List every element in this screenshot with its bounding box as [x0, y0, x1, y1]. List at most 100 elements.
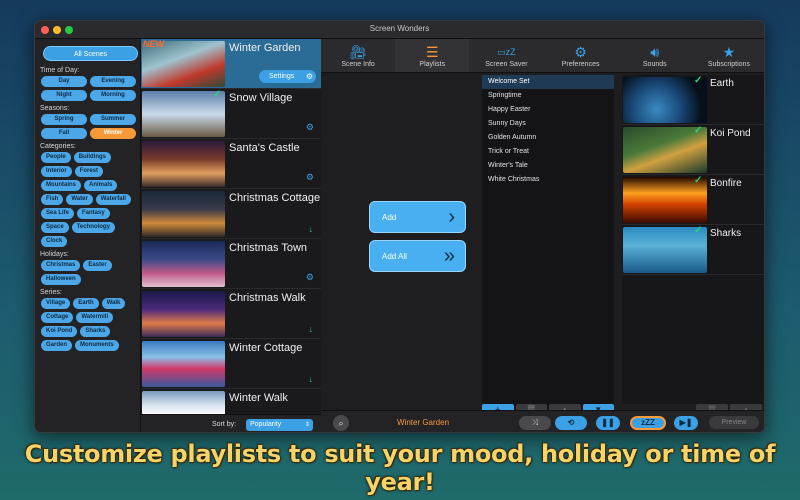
filter-waterfall[interactable]: Waterfall	[95, 194, 131, 205]
chevron-updown-icon: ⇕	[304, 422, 310, 428]
holiday-filters: Christmas Easter Halloween	[39, 260, 136, 285]
tab-screen-saver[interactable]: ▭zZ Screen Saver	[469, 39, 543, 72]
filter-cottage[interactable]: Cottage	[41, 312, 74, 323]
add-all-button[interactable]: Add All »	[369, 240, 466, 272]
filter-forest[interactable]: Forest	[74, 166, 104, 177]
filter-halloween[interactable]: Halloween	[41, 274, 81, 285]
scene-item-winter-cottage[interactable]: Winter Cottage ↓	[141, 339, 321, 389]
filter-spring[interactable]: Spring	[41, 114, 87, 125]
player-bar: ⌕ Winter Garden ⤨ ⟲ ❚❚ zZZ ▶❚ Preview	[321, 410, 764, 432]
tab-label: Subscriptions	[707, 61, 750, 68]
download-icon[interactable]: ↓	[309, 324, 314, 334]
magnifier-icon[interactable]: ⌕	[333, 415, 349, 431]
filter-buildings[interactable]: Buildings	[73, 152, 112, 163]
filter-panel: All Scenes Time of Day: Day Evening Nigh…	[35, 39, 141, 432]
playlist-item[interactable]: Sunny Days	[482, 117, 614, 131]
gear-icon[interactable]: ⚙	[306, 172, 314, 183]
pause-button[interactable]: ❚❚	[596, 416, 620, 430]
scene-name: Santa's Castle	[229, 142, 300, 154]
filter-fish[interactable]: Fish	[41, 194, 64, 205]
filter-christmas[interactable]: Christmas	[41, 260, 81, 271]
gear-icon[interactable]: ⚙	[306, 272, 314, 283]
playlist-item[interactable]: Springtime	[482, 89, 614, 103]
window-title: Screen Wonders	[369, 24, 430, 33]
filter-technology[interactable]: Technology	[71, 222, 115, 233]
filter-earth[interactable]: Earth	[73, 298, 99, 309]
filter-mountains[interactable]: Mountains	[41, 180, 81, 191]
tab-label: Screen Saver	[485, 61, 528, 68]
playlist-item[interactable]: Happy Easter	[482, 103, 614, 117]
scene-item-christmas-town[interactable]: Christmas Town ⚙	[141, 239, 321, 289]
speaker-icon: 🔊︎	[650, 44, 660, 60]
filter-sea-life[interactable]: Sea Life	[41, 208, 75, 219]
filter-day[interactable]: Day	[41, 76, 87, 87]
scene-settings-button[interactable]: Settings ⚙	[259, 70, 316, 83]
filter-evening[interactable]: Evening	[90, 76, 136, 87]
tab-sounds[interactable]: 🔊︎ Sounds	[618, 39, 692, 72]
all-scenes-button[interactable]: All Scenes	[43, 46, 138, 61]
filter-summer[interactable]: Summer	[90, 114, 136, 125]
shuffle-button[interactable]: ⤨	[519, 416, 551, 430]
tab-preferences[interactable]: ⚙ Preferences	[544, 39, 618, 72]
playlist-item[interactable]: Welcome Set	[482, 75, 614, 89]
scene-item-winter-walk[interactable]: Winter Walk	[141, 389, 321, 415]
scene-item-snow-village[interactable]: ✓ Snow Village ⚙	[141, 89, 321, 139]
scene-item-christmas-walk[interactable]: Christmas Walk ↓	[141, 289, 321, 339]
tab-subscriptions[interactable]: ★ Subscriptions	[692, 39, 764, 72]
tab-scene-info[interactable]: 🎥︎ Scene Info	[321, 39, 395, 72]
filter-sharks[interactable]: Sharks	[80, 326, 111, 337]
titlebar: Screen Wonders	[35, 21, 764, 39]
filter-monuments[interactable]: Monuments	[75, 340, 119, 351]
preview-button[interactable]: Preview	[709, 416, 759, 429]
star-icon: ★	[722, 44, 736, 60]
repeat-button[interactable]: ⟲	[555, 416, 587, 430]
tab-label: Sounds	[642, 61, 667, 68]
scene-item-santas-castle[interactable]: Santa's Castle ⚙	[141, 139, 321, 189]
screen-saver-button[interactable]: zZZ	[630, 416, 666, 430]
sort-select[interactable]: Popularity ⇕	[246, 419, 313, 431]
add-button[interactable]: Add ›	[369, 201, 466, 233]
filter-space[interactable]: Space	[41, 222, 69, 233]
sort-value: Popularity	[250, 421, 282, 428]
category-filters: People Buildings Interior Forest Mountai…	[39, 152, 136, 247]
filter-water[interactable]: Water	[66, 194, 93, 205]
playlist-scene-koi-pond[interactable]: ✓ Koi Pond ⚙	[622, 125, 764, 175]
checkmark-icon: ✓	[694, 225, 703, 236]
filter-watermill[interactable]: Watermill	[76, 312, 114, 323]
filter-people[interactable]: People	[41, 152, 71, 163]
playlist-item[interactable]: White Christmas	[482, 173, 614, 187]
filter-garden[interactable]: Garden	[41, 340, 73, 351]
playlist-item[interactable]: Golden Autumn	[482, 131, 614, 145]
scene-move-down-button[interactable]: ▼	[764, 404, 765, 416]
playlist-item[interactable]: Trick or Treat	[482, 145, 614, 159]
filter-village[interactable]: Village	[41, 298, 71, 309]
filter-easter[interactable]: Easter	[83, 260, 112, 271]
filter-winter[interactable]: Winter	[90, 128, 136, 139]
filter-koi-pond[interactable]: Koi Pond	[41, 326, 78, 337]
tab-playlists[interactable]: ☰ Playlists	[395, 39, 470, 72]
settings-label: Settings	[269, 73, 295, 80]
filter-fantasy[interactable]: Fantasy	[77, 208, 110, 219]
scene-name: Sharks	[710, 228, 742, 239]
filter-night[interactable]: Night	[41, 90, 87, 101]
playlist-scene-earth[interactable]: ✓ Earth ⚙	[622, 75, 764, 125]
filter-morning[interactable]: Morning	[90, 90, 136, 101]
filter-fall[interactable]: Fall	[41, 128, 87, 139]
playlist-item[interactable]: Winter's Tale	[482, 159, 614, 173]
next-button[interactable]: ▶❚	[674, 416, 698, 430]
gear-icon[interactable]: ⚙	[306, 122, 314, 133]
filter-clock[interactable]: Clock	[41, 236, 68, 247]
playlist-scene-sharks[interactable]: ✓ Sharks ⚙	[622, 225, 764, 275]
tab-label: Preferences	[561, 61, 600, 68]
filter-animals[interactable]: Animals	[84, 180, 118, 191]
scene-thumbnail	[142, 391, 225, 415]
playlist-scene-list: ✓ Earth ⚙ ✓ Koi Pond ⚙ ✓ Bonfire ⚙ ✓ Sha…	[622, 75, 764, 404]
playlist-scene-bonfire[interactable]: ✓ Bonfire ⚙	[622, 175, 764, 225]
download-icon[interactable]: ↓	[309, 224, 314, 234]
download-icon[interactable]: ↓	[309, 374, 314, 384]
scene-item-christmas-cottage[interactable]: Christmas Cottage ↓	[141, 189, 321, 239]
filter-walk[interactable]: Walk	[101, 298, 126, 309]
filter-interior[interactable]: Interior	[41, 166, 72, 177]
scene-item-winter-garden[interactable]: NEW Winter Garden Settings ⚙	[141, 39, 321, 89]
scene-thumbnail	[142, 291, 225, 337]
